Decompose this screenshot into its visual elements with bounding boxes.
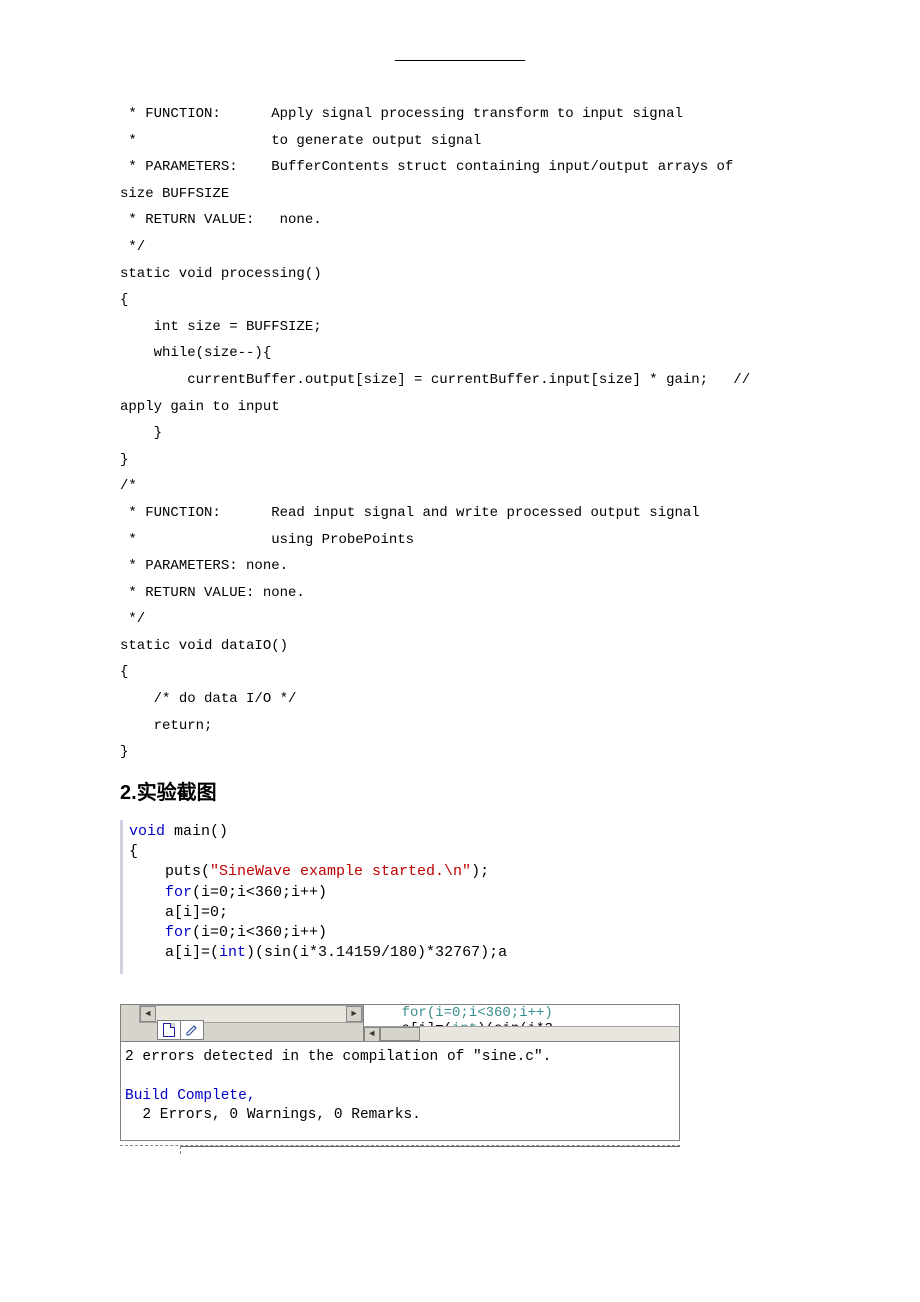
editor-horizontal-scrollbar[interactable]: ◄ (364, 1026, 679, 1041)
editor-code-snippet: void main() { puts("SineWave example sta… (120, 820, 800, 974)
section-heading: 2.实验截图 (120, 776, 800, 805)
scroll-left-icon[interactable]: ◄ (364, 1027, 380, 1042)
header-divider (395, 60, 525, 61)
document-icon (163, 1023, 175, 1037)
ide-tab-strip: ◄ ► (121, 1005, 364, 1041)
ide-status-divider (120, 1145, 680, 1155)
file-tab[interactable] (180, 1020, 204, 1040)
file-tab[interactable] (157, 1020, 181, 1040)
editor-partial-view: for(i=0;i<360;i++) a[i]=(int)(sin(i*3. ◄ (364, 1005, 679, 1041)
c-source-listing: * FUNCTION: Apply signal processing tran… (120, 101, 800, 766)
pencil-icon (186, 1024, 198, 1036)
scroll-left-icon[interactable]: ◄ (140, 1006, 156, 1022)
scroll-thumb[interactable] (380, 1027, 420, 1041)
ide-build-panel: ◄ ► for(i=0;i<360;i++) a[i]=(int)(sin(i*… (120, 1004, 680, 1155)
scroll-right-icon[interactable]: ► (346, 1006, 362, 1022)
